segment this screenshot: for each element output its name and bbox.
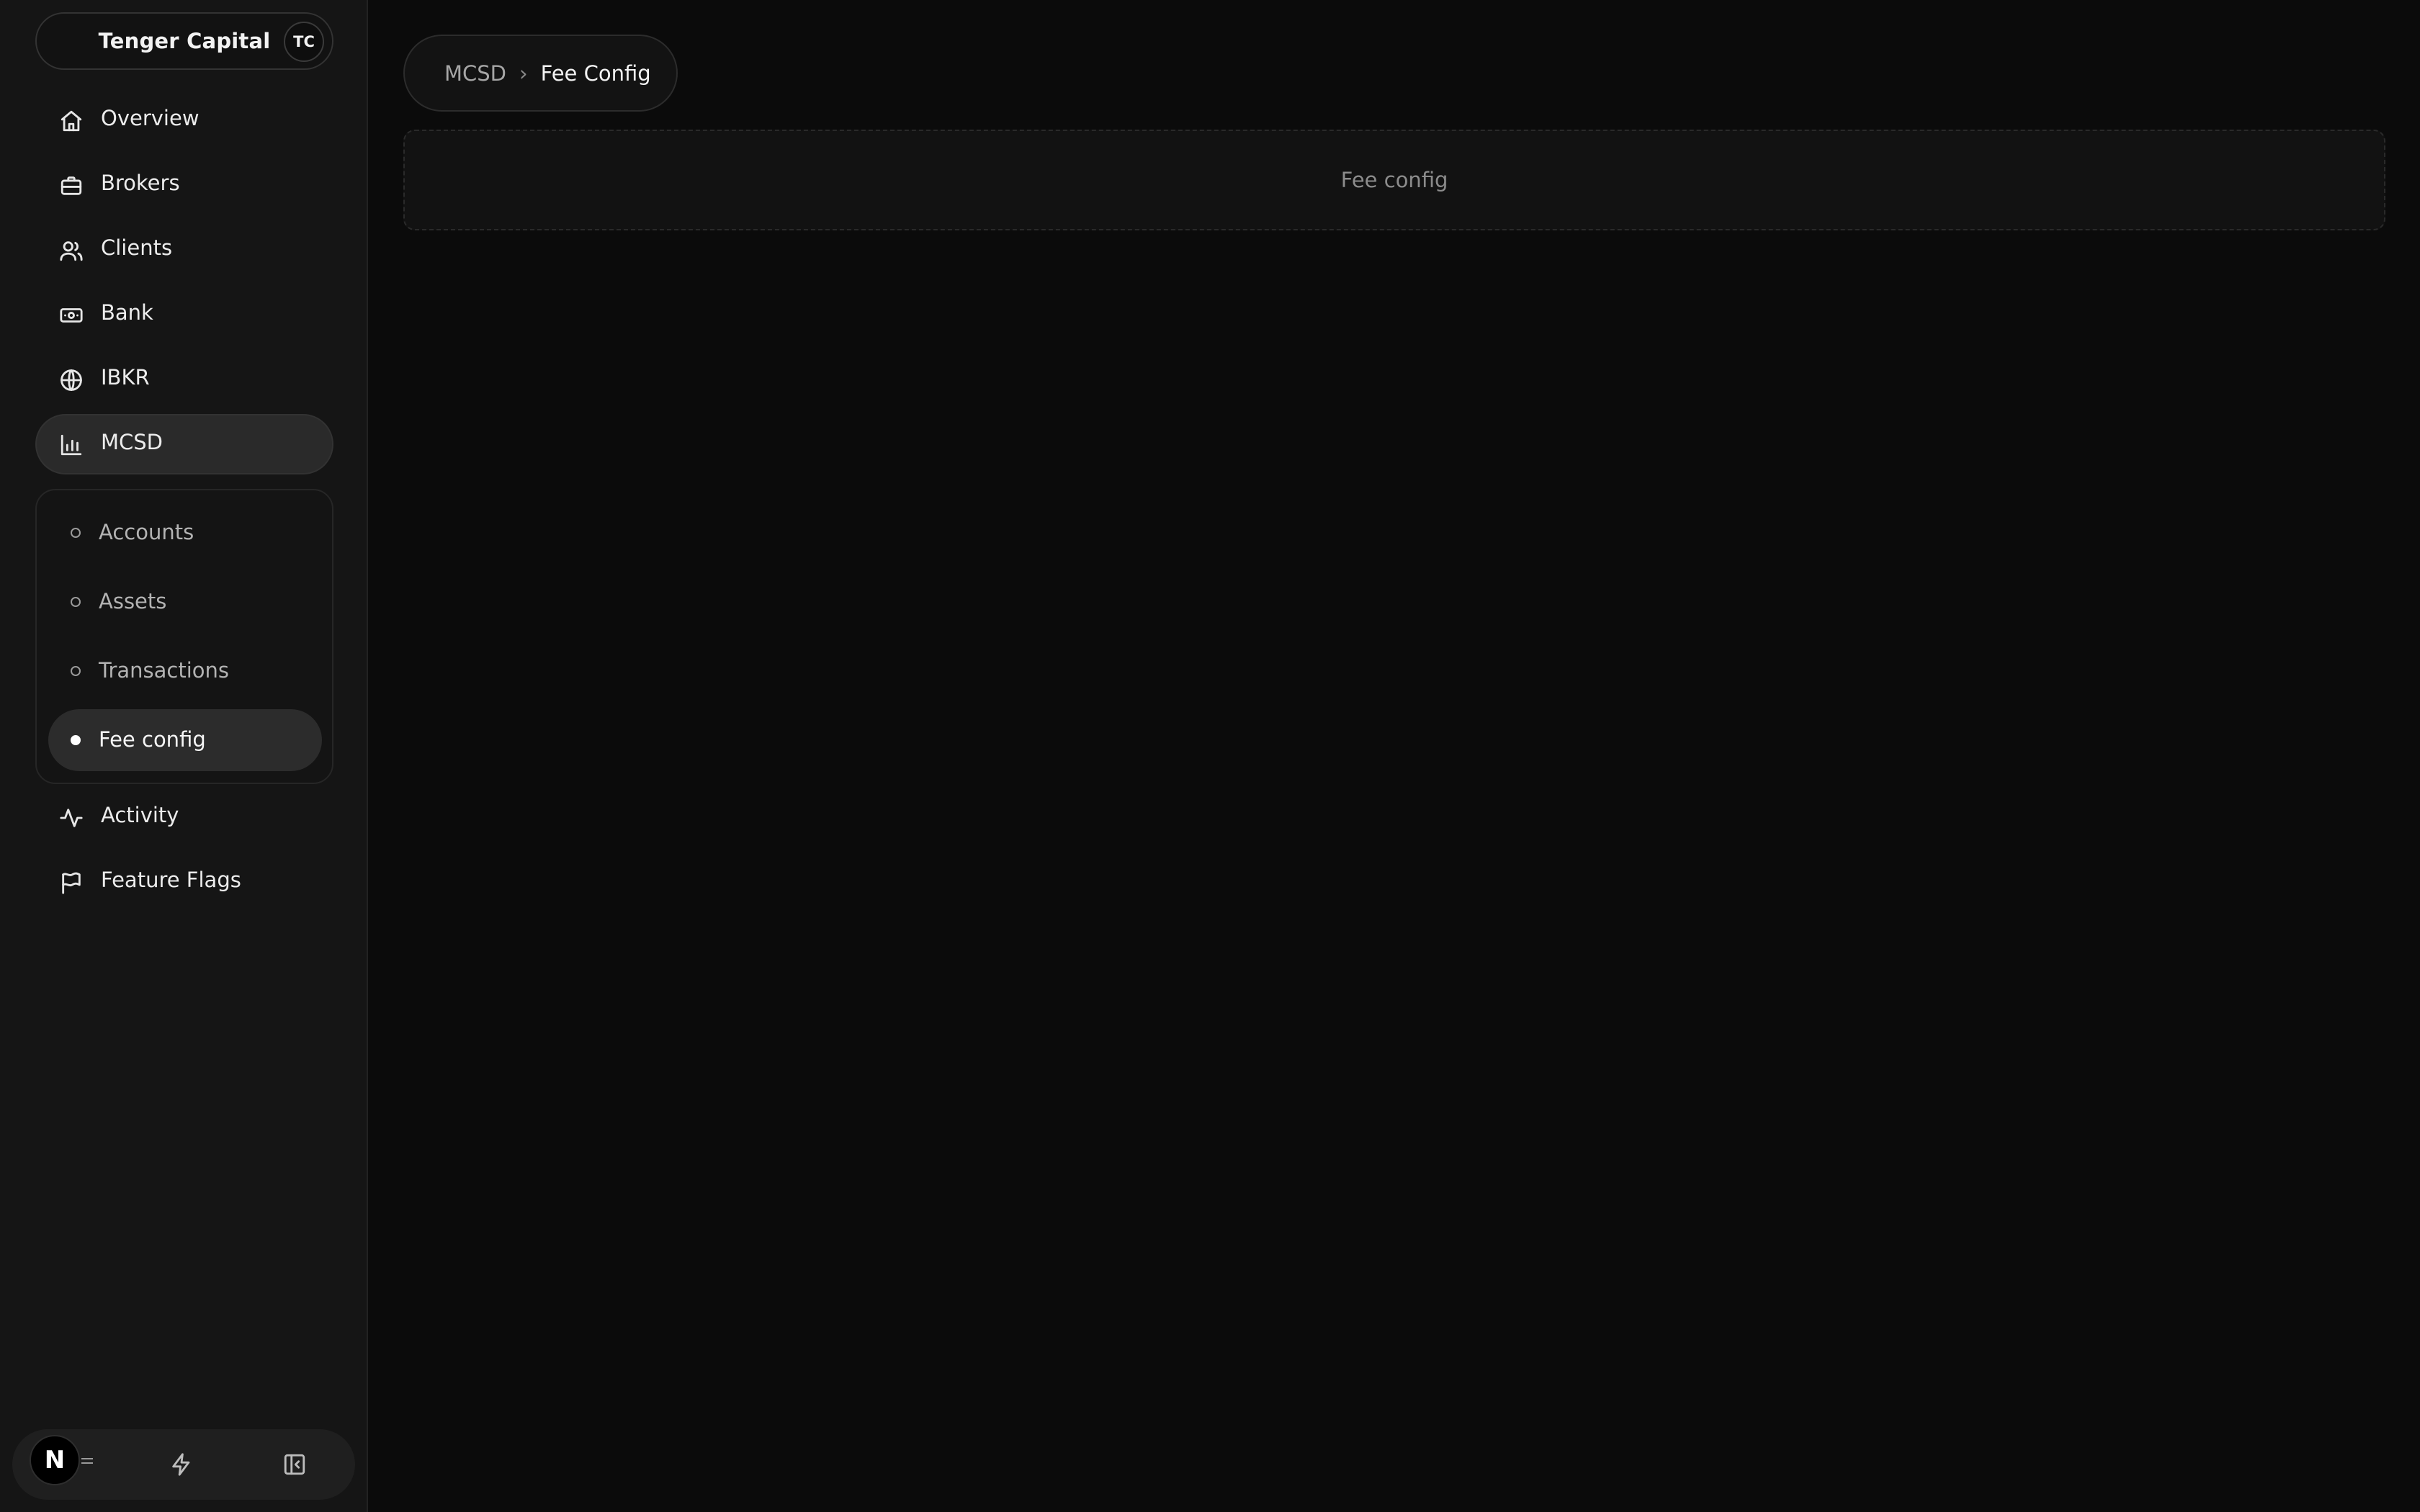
bar-chart-icon: [59, 433, 84, 457]
sidebar-item-label: Clients: [101, 235, 173, 260]
users-icon: [59, 238, 84, 263]
chevron-right-icon: ›: [519, 60, 528, 86]
mcsd-subnav: Accounts Assets Transactions Fee config: [35, 489, 333, 784]
sidebar-item-label: Activity: [101, 803, 179, 827]
breadcrumb-current: Fee Config: [540, 60, 651, 86]
subnav-item-label: Assets: [99, 589, 167, 613]
breadcrumb: MCSD › Fee Config: [403, 35, 678, 112]
sidebar-bottom-bar: N: [12, 1429, 355, 1500]
placeholder-text: Fee config: [1340, 168, 1448, 192]
bullet-icon: [71, 528, 81, 538]
sidebar-item-label: Feature Flags: [101, 868, 241, 892]
sidebar-item-feature-flags[interactable]: Feature Flags: [35, 852, 333, 912]
sidebar-item-label: Bank: [101, 300, 153, 325]
sidebar-item-bank[interactable]: Bank: [35, 284, 333, 345]
lightning-icon[interactable]: [168, 1451, 195, 1478]
org-switcher[interactable]: Tenger Capital TC: [35, 12, 333, 70]
org-avatar[interactable]: TC: [284, 22, 324, 62]
sidebar-item-label: Overview: [101, 106, 200, 130]
subnav-item-label: Accounts: [99, 520, 194, 544]
collapse-sidebar-icon[interactable]: [281, 1451, 308, 1478]
flag-icon: [59, 870, 84, 895]
fee-config-placeholder-panel: Fee config: [403, 130, 2385, 230]
sidebar-item-label: MCSD: [101, 430, 163, 454]
app-root: Tenger Capital TC Overview Brokers Clien…: [0, 0, 2420, 1512]
banknote-icon: [59, 303, 84, 328]
sidebar-item-ibkr[interactable]: IBKR: [35, 349, 333, 410]
subnav-item-label: Fee config: [99, 727, 206, 752]
subnav-item-accounts[interactable]: Accounts: [48, 502, 322, 564]
subnav-item-fee-config[interactable]: Fee config: [48, 709, 322, 771]
sidebar-item-clients[interactable]: Clients: [35, 220, 333, 280]
globe-icon: [59, 368, 84, 392]
nextjs-badge[interactable]: N: [30, 1435, 80, 1485]
subnav-item-label: Transactions: [99, 658, 230, 683]
sidebar-item-mcsd[interactable]: MCSD: [35, 414, 333, 474]
sidebar-item-brokers[interactable]: Brokers: [35, 155, 333, 215]
activity-icon: [59, 806, 84, 830]
menu-lines-icon: [81, 1458, 93, 1464]
sidebar-item-overview[interactable]: Overview: [35, 90, 333, 150]
sidebar-item-label: IBKR: [101, 365, 150, 390]
subnav-item-assets[interactable]: Assets: [48, 571, 322, 633]
subnav-item-transactions[interactable]: Transactions: [48, 640, 322, 702]
bullet-icon: [71, 666, 81, 676]
org-name: Tenger Capital: [98, 29, 271, 53]
sidebar: Tenger Capital TC Overview Brokers Clien…: [0, 0, 368, 1512]
bullet-icon: [71, 735, 81, 745]
home-icon: [59, 109, 84, 133]
breadcrumb-parent[interactable]: MCSD: [444, 61, 506, 86]
sidebar-item-activity[interactable]: Activity: [35, 787, 333, 847]
briefcase-icon: [59, 174, 84, 198]
bullet-icon: [71, 597, 81, 607]
sidebar-item-label: Brokers: [101, 171, 180, 195]
